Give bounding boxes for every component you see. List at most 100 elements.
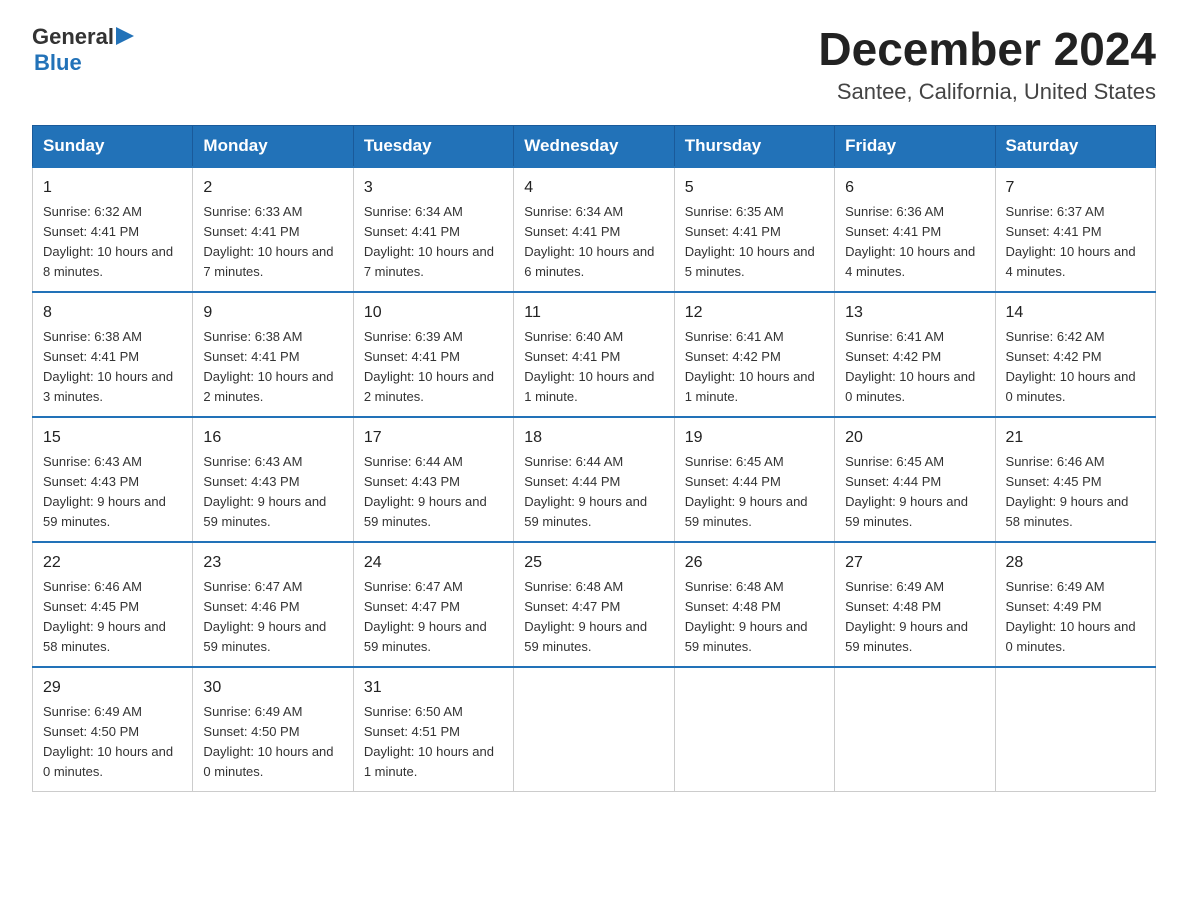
day-number: 12 [685,301,824,325]
header-wednesday: Wednesday [514,125,674,167]
calendar-cell: 22Sunrise: 6:46 AMSunset: 4:45 PMDayligh… [33,542,193,667]
day-info: Sunrise: 6:49 AMSunset: 4:50 PMDaylight:… [203,704,333,780]
calendar-week-3: 15Sunrise: 6:43 AMSunset: 4:43 PMDayligh… [33,417,1156,542]
header-tuesday: Tuesday [353,125,513,167]
calendar-cell: 16Sunrise: 6:43 AMSunset: 4:43 PMDayligh… [193,417,353,542]
calendar-week-4: 22Sunrise: 6:46 AMSunset: 4:45 PMDayligh… [33,542,1156,667]
day-number: 13 [845,301,984,325]
day-number: 5 [685,176,824,200]
calendar-cell: 10 Sunrise: 6:39 AMSunset: 4:41 PMDayligh… [353,292,513,417]
day-info: Sunrise: 6:34 AMSunset: 4:41 PMDaylight:… [524,204,654,280]
day-number: 26 [685,551,824,575]
calendar-cell: 18 Sunrise: 6:44 AMSunset: 4:44 PMDayligh… [514,417,674,542]
day-info: Sunrise: 6:49 AMSunset: 4:48 PMDaylight:… [845,579,968,655]
logo-general: General [32,24,114,50]
day-info: Sunrise: 6:49 AMSunset: 4:50 PMDaylight:… [43,704,173,780]
day-info: Sunrise: 6:45 AMSunset: 4:44 PMDaylight:… [845,454,968,530]
logo-blue: Blue [34,50,134,76]
day-info: Sunrise: 6:46 AMSunset: 4:45 PMDaylight:… [1006,454,1129,530]
day-number: 16 [203,426,342,450]
header-monday: Monday [193,125,353,167]
day-number: 21 [1006,426,1145,450]
calendar-cell: 29 Sunrise: 6:49 AMSunset: 4:50 PMDayligh… [33,667,193,792]
day-info: Sunrise: 6:40 AMSunset: 4:41 PMDaylight:… [524,329,654,405]
calendar-cell: 4 Sunrise: 6:34 AMSunset: 4:41 PMDaylight… [514,167,674,292]
calendar-cell [674,667,834,792]
header-saturday: Saturday [995,125,1155,167]
day-info: Sunrise: 6:47 AMSunset: 4:46 PMDaylight:… [203,579,326,655]
calendar-header-row: SundayMondayTuesdayWednesdayThursdayFrid… [33,125,1156,167]
day-number: 17 [364,426,503,450]
day-number: 28 [1006,551,1145,575]
day-number: 29 [43,676,182,700]
day-info: Sunrise: 6:46 AMSunset: 4:45 PMDaylight:… [43,579,166,655]
day-number: 24 [364,551,503,575]
day-info: Sunrise: 6:44 AMSunset: 4:44 PMDaylight:… [524,454,647,530]
day-number: 27 [845,551,984,575]
calendar-cell: 24 Sunrise: 6:47 AMSunset: 4:47 PMDayligh… [353,542,513,667]
day-number: 11 [524,301,663,325]
calendar-subtitle: Santee, California, United States [818,79,1156,105]
day-info: Sunrise: 6:43 AMSunset: 4:43 PMDaylight:… [43,454,166,530]
header-friday: Friday [835,125,995,167]
calendar-cell: 28 Sunrise: 6:49 AMSunset: 4:49 PMDayligh… [995,542,1155,667]
day-number: 1 [43,176,182,200]
day-info: Sunrise: 6:36 AMSunset: 4:41 PMDaylight:… [845,204,975,280]
day-info: Sunrise: 6:41 AMSunset: 4:42 PMDaylight:… [685,329,815,405]
calendar-cell: 31 Sunrise: 6:50 AMSunset: 4:51 PMDayligh… [353,667,513,792]
day-info: Sunrise: 6:47 AMSunset: 4:47 PMDaylight:… [364,579,487,655]
title-block: December 2024 Santee, California, United… [818,24,1156,105]
day-info: Sunrise: 6:41 AMSunset: 4:42 PMDaylight:… [845,329,975,405]
calendar-cell: 25 Sunrise: 6:48 AMSunset: 4:47 PMDayligh… [514,542,674,667]
day-info: Sunrise: 6:42 AMSunset: 4:42 PMDaylight:… [1006,329,1136,405]
day-info: Sunrise: 6:45 AMSunset: 4:44 PMDaylight:… [685,454,808,530]
calendar-week-1: 1 Sunrise: 6:32 AMSunset: 4:41 PMDaylight… [33,167,1156,292]
calendar-cell [995,667,1155,792]
day-number: 14 [1006,301,1145,325]
day-number: 6 [845,176,984,200]
day-info: Sunrise: 6:44 AMSunset: 4:43 PMDaylight:… [364,454,487,530]
calendar-cell: 14 Sunrise: 6:42 AMSunset: 4:42 PMDayligh… [995,292,1155,417]
day-number: 31 [364,676,503,700]
calendar-title: December 2024 [818,24,1156,75]
day-number: 19 [685,426,824,450]
calendar-cell: 6 Sunrise: 6:36 AMSunset: 4:41 PMDaylight… [835,167,995,292]
day-number: 10 [364,301,503,325]
calendar-cell: 7 Sunrise: 6:37 AMSunset: 4:41 PMDaylight… [995,167,1155,292]
calendar-cell: 17 Sunrise: 6:44 AMSunset: 4:43 PMDayligh… [353,417,513,542]
calendar-cell: 30Sunrise: 6:49 AMSunset: 4:50 PMDayligh… [193,667,353,792]
day-info: Sunrise: 6:48 AMSunset: 4:47 PMDaylight:… [524,579,647,655]
day-info: Sunrise: 6:33 AMSunset: 4:41 PMDaylight:… [203,204,333,280]
calendar-week-5: 29 Sunrise: 6:49 AMSunset: 4:50 PMDayligh… [33,667,1156,792]
day-number: 8 [43,301,182,325]
day-info: Sunrise: 6:39 AMSunset: 4:41 PMDaylight:… [364,329,494,405]
day-info: Sunrise: 6:37 AMSunset: 4:41 PMDaylight:… [1006,204,1136,280]
calendar-cell: 13 Sunrise: 6:41 AMSunset: 4:42 PMDayligh… [835,292,995,417]
logo: General Blue [32,24,134,76]
day-info: Sunrise: 6:35 AMSunset: 4:41 PMDaylight:… [685,204,815,280]
day-info: Sunrise: 6:32 AMSunset: 4:41 PMDaylight:… [43,204,173,280]
calendar-cell: 3 Sunrise: 6:34 AMSunset: 4:41 PMDaylight… [353,167,513,292]
day-number: 2 [203,176,342,200]
calendar-cell: 20 Sunrise: 6:45 AMSunset: 4:44 PMDayligh… [835,417,995,542]
day-number: 4 [524,176,663,200]
day-info: Sunrise: 6:50 AMSunset: 4:51 PMDaylight:… [364,704,494,780]
day-number: 23 [203,551,342,575]
calendar-cell: 5 Sunrise: 6:35 AMSunset: 4:41 PMDaylight… [674,167,834,292]
calendar-table: SundayMondayTuesdayWednesdayThursdayFrid… [32,125,1156,792]
calendar-cell [514,667,674,792]
day-info: Sunrise: 6:34 AMSunset: 4:41 PMDaylight:… [364,204,494,280]
calendar-cell: 21 Sunrise: 6:46 AMSunset: 4:45 PMDayligh… [995,417,1155,542]
header-sunday: Sunday [33,125,193,167]
calendar-cell: 8 Sunrise: 6:38 AMSunset: 4:41 PMDaylight… [33,292,193,417]
day-number: 3 [364,176,503,200]
calendar-cell: 9Sunrise: 6:38 AMSunset: 4:41 PMDaylight… [193,292,353,417]
day-number: 25 [524,551,663,575]
day-number: 20 [845,426,984,450]
day-info: Sunrise: 6:49 AMSunset: 4:49 PMDaylight:… [1006,579,1136,655]
calendar-cell: 2 Sunrise: 6:33 AMSunset: 4:41 PMDaylight… [193,167,353,292]
day-info: Sunrise: 6:38 AMSunset: 4:41 PMDaylight:… [203,329,333,405]
day-number: 7 [1006,176,1145,200]
day-info: Sunrise: 6:38 AMSunset: 4:41 PMDaylight:… [43,329,173,405]
day-number: 18 [524,426,663,450]
